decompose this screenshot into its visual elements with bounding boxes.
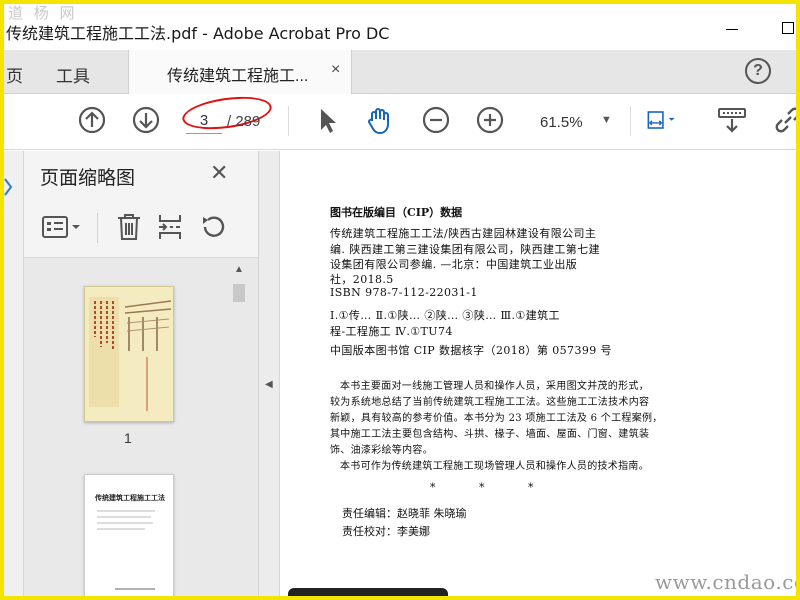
tab-bar: 页 工具 传统建筑工程施工... × bbox=[0, 50, 800, 94]
thumbnail-page-1[interactable] bbox=[84, 286, 174, 422]
thumbnail-options-icon[interactable] bbox=[40, 213, 86, 243]
separator-stars: * * * bbox=[430, 481, 554, 494]
document-viewer[interactable]: 图书在版编目（CIP）数据 传统建筑工程施工工法/陕西古建园林建设有限公司主 编… bbox=[280, 151, 800, 600]
tab-home[interactable]: 页 bbox=[6, 62, 23, 87]
scroll-mode-icon[interactable] bbox=[716, 104, 748, 136]
cip-line: 社，2018.5 bbox=[330, 273, 394, 286]
tab-tools[interactable]: 工具 bbox=[56, 62, 90, 87]
cover-art bbox=[89, 297, 172, 411]
cip-line: 编. 陕西建工第三建设集团有限公司，陕西建工第七建 bbox=[330, 243, 600, 256]
title-bar: 道 杨 网 传统建筑工程施工工法.pdf - Adobe Acrobat Pro… bbox=[0, 0, 800, 50]
zoom-out-icon[interactable] bbox=[420, 104, 452, 136]
cip-line: Ⅰ.①传… Ⅱ.①陕… ②陕… ③陕… Ⅲ.①建筑工 bbox=[330, 309, 560, 322]
panel-divider bbox=[97, 213, 98, 243]
chevron-down-icon[interactable]: ▼ bbox=[601, 114, 612, 126]
zoom-in-icon[interactable] bbox=[474, 104, 506, 136]
thumbnails-list: 1 传统建筑工程施工工法 ▲ bbox=[24, 257, 258, 600]
thumbnail-page-number: 1 bbox=[124, 430, 132, 446]
panel-collapse-bar[interactable]: ◀ bbox=[258, 151, 280, 600]
tab-close-icon[interactable]: × bbox=[331, 61, 340, 79]
minimize-button[interactable] bbox=[726, 29, 738, 30]
panel-close-icon[interactable]: ✕ bbox=[210, 160, 228, 186]
description-line: 较为系统地总结了当前传统建筑工程施工工法。这些施工工法技术内容 bbox=[330, 397, 650, 408]
cip-line: 传统建筑工程施工工法/陕西古建园林建设有限公司主 bbox=[330, 227, 597, 240]
link-icon[interactable] bbox=[772, 104, 800, 136]
thumbnails-scrollbar[interactable]: ▲ bbox=[230, 258, 248, 600]
collapse-arrow-icon[interactable]: ◀ bbox=[265, 379, 273, 390]
cip-line: 中国版本图书馆 CIP 数据核字（2018）第 057399 号 bbox=[330, 344, 612, 357]
help-icon[interactable]: ? bbox=[745, 58, 771, 84]
scroll-up-icon[interactable]: ▲ bbox=[234, 264, 244, 275]
cip-line: ISBN 978-7-112-22031-1 bbox=[330, 286, 478, 299]
floating-toolbar-edge bbox=[288, 588, 448, 600]
page-total: / 289 bbox=[227, 113, 261, 130]
hand-tool-icon[interactable] bbox=[364, 104, 396, 136]
description-line: 饰、油漆彩绘等内容。 bbox=[330, 445, 433, 456]
description-line: 本书主要面对一线施工管理人员和操作人员，采用图文并茂的形式， bbox=[340, 381, 649, 392]
insert-page-icon[interactable] bbox=[156, 211, 186, 243]
rotate-icon[interactable] bbox=[198, 211, 228, 243]
trash-icon[interactable] bbox=[114, 211, 144, 243]
tab-document[interactable]: 传统建筑工程施工... × bbox=[128, 50, 352, 94]
panel-toolbar bbox=[34, 209, 244, 249]
description-line: 其中施工工法主要包含结构、斗拱、椽子、墙面、屋面、门窗、建筑装 bbox=[330, 429, 650, 440]
toolbar: 3 / 289 61.5% ▼ bbox=[0, 91, 800, 150]
thumbnail-title: 传统建筑工程施工工法 bbox=[95, 495, 165, 502]
description-line: 新颖，具有较高的参考价值。本书分为 23 项施工工法及 6 个工程案例， bbox=[330, 413, 663, 424]
cip-heading: 图书在版编目（CIP）数据 bbox=[330, 206, 463, 219]
next-page-icon[interactable] bbox=[130, 104, 162, 136]
thumbnail-page-2[interactable]: 传统建筑工程施工工法 bbox=[84, 474, 174, 600]
proofreader-credit: 责任校对：李美娜 bbox=[342, 525, 430, 538]
cip-line: 程-工程施工 Ⅳ.①TU74 bbox=[330, 325, 453, 338]
fit-page-icon[interactable] bbox=[644, 104, 676, 136]
description-line: 本书可作为传统建筑工程施工现场管理人员和操作人员的技术指南。 bbox=[340, 461, 649, 472]
window-title: 传统建筑工程施工工法.pdf - Adobe Acrobat Pro DC bbox=[6, 24, 390, 43]
cip-line: 设集团有限公司参编. —北京：中国建筑工业出版 bbox=[330, 258, 578, 271]
toolbar-divider bbox=[288, 106, 289, 136]
expand-arrow-icon[interactable] bbox=[3, 177, 13, 197]
scroll-thumb[interactable] bbox=[233, 284, 245, 302]
page-number-input[interactable]: 3 bbox=[186, 112, 222, 134]
zoom-level[interactable]: 61.5% bbox=[540, 114, 583, 131]
document-page: 图书在版编目（CIP）数据 传统建筑工程施工工法/陕西古建园林建设有限公司主 编… bbox=[280, 151, 800, 600]
navigation-strip bbox=[0, 151, 24, 600]
tab-document-label: 传统建筑工程施工... bbox=[167, 68, 309, 85]
thumbnails-panel: 页面缩略图 ✕ 1 传统建筑工程施工工法 ▲ bbox=[24, 151, 258, 600]
panel-title: 页面缩略图 bbox=[40, 168, 136, 189]
thumbnail-text-lines bbox=[97, 510, 155, 590]
toolbar-divider bbox=[630, 106, 631, 136]
maximize-button[interactable] bbox=[782, 22, 794, 34]
previous-page-icon[interactable] bbox=[76, 104, 108, 136]
select-tool-icon[interactable] bbox=[312, 104, 344, 136]
watermark-bottom: www.cndao.com bbox=[655, 570, 800, 594]
editor-credit: 责任编辑：赵晓菲 朱晓瑜 bbox=[342, 507, 467, 520]
